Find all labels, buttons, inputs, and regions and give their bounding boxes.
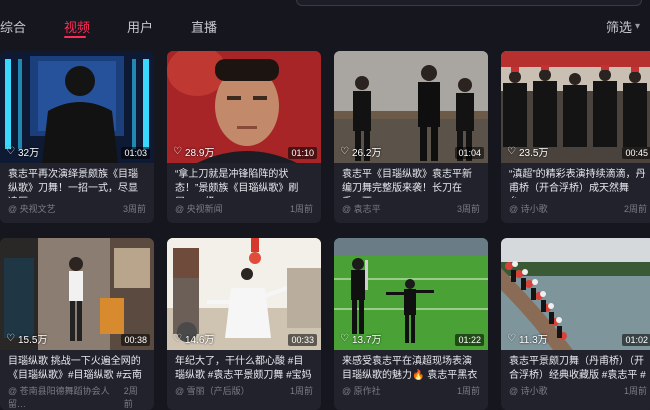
like-count: ♡ 15.5万 <box>6 331 47 346</box>
heart-icon: ♡ <box>173 146 182 157</box>
like-count-value: 13.7万 <box>351 335 382 346</box>
like-count-value: 32万 <box>17 148 40 159</box>
video-author[interactable]: @ 诗小歌 <box>509 202 548 215</box>
video-card[interactable]: ♡ 23.5万 00:45 “滇超”的精彩表演持续滴滴，丹甫桥（开合浮桥）成天然舞… <box>501 51 650 223</box>
video-description[interactable]: 年纪大了，干什么都心酸 #目瑙纵歌 #袁志平景颇刀舞 #宝妈 #抖… <box>167 350 321 380</box>
like-count: ♡ 23.5万 <box>507 144 548 159</box>
like-count-value: 23.5万 <box>518 148 549 159</box>
video-meta: @ 雪丽（产后版） 1周前 <box>167 380 321 397</box>
video-card[interactable]: ♡26.2万 01:04 袁志平《目瑙纵歌》袁志平新编刀舞完整版来袭！长刀在手，… <box>334 51 488 223</box>
heart-icon: ♡ <box>507 333 516 344</box>
like-count: ♡ 26.2万 <box>340 144 381 159</box>
heart-icon: ♡ <box>173 333 182 344</box>
video-time: 3周前 <box>456 204 480 214</box>
tab-live[interactable]: 直播 <box>191 17 217 36</box>
like-count: ♡ 32万 <box>6 144 39 159</box>
filter-label: 筛选 <box>605 20 632 35</box>
video-duration: 00:45 <box>622 147 650 159</box>
video-meta: @ 苍南县阳德舞蹈协会人留… 2周前 <box>0 380 154 410</box>
video-thumbnail[interactable]: ♡ 23.5万 00:45 <box>501 51 650 163</box>
video-thumbnail[interactable]: ♡ 15.5万 00:38 <box>0 238 154 350</box>
video-card[interactable]: ♡ 11.3万 01:02 袁志平景颇刀舞（丹甫桥）（开合浮桥）经典收藏版 #袁志… <box>501 238 650 410</box>
tab-all[interactable]: 综合 <box>0 17 26 36</box>
like-count: ♡ 14.6万 <box>173 331 214 346</box>
top-navigation: 综合 视频 用户 直播 筛选 ▾ <box>0 0 650 46</box>
video-description[interactable]: 来感受袁志平在滇超现场表演目瑙纵歌的魅力🔥 袁志平黑衣上阵… <box>334 350 488 380</box>
video-thumbnail[interactable]: ♡ 28.9万 01:10 <box>167 51 321 163</box>
video-time: 3周前 <box>122 204 146 214</box>
video-card[interactable]: ♡ 15.5万 00:38 目瑙纵歌 挑战一下火遍全网的《目瑙纵歌》#目瑙纵歌 #… <box>0 238 154 410</box>
tab-users[interactable]: 用户 <box>127 17 153 36</box>
search-box-edge[interactable] <box>296 0 642 6</box>
video-description[interactable]: 袁志平景颇刀舞（丹甫桥）（开合浮桥）经典收藏版 #袁志平 #景颇… <box>501 350 650 380</box>
video-time: 1周前 <box>289 386 313 396</box>
video-card[interactable]: ♡28.9万 01:10 “拿上刀就是冲锋陷阵的状态！”景颇族《目瑙纵歌》刷屏，… <box>167 51 321 223</box>
video-duration: 01:22 <box>455 334 484 346</box>
video-time: 1周前 <box>289 204 313 214</box>
filter-button[interactable]: 筛选 ▾ <box>606 17 640 36</box>
heart-icon: ♡ <box>340 333 349 344</box>
video-author[interactable]: @ 央视文艺 <box>8 202 56 215</box>
video-thumbnail[interactable]: ♡ 11.3万 01:02 <box>501 238 650 350</box>
video-duration: 00:33 <box>288 334 317 346</box>
video-meta: @ 原作社 1周前 <box>334 380 488 397</box>
video-duration: 01:02 <box>622 334 650 346</box>
like-count: ♡ 11.3万 <box>507 331 548 346</box>
video-duration: 01:10 <box>288 147 317 159</box>
like-count-value: 14.6万 <box>184 335 215 346</box>
heart-icon: ♡ <box>6 333 15 344</box>
video-time: 1周前 <box>623 386 647 396</box>
like-count: ♡ 13.7万 <box>340 331 381 346</box>
video-meta: @ 央视新闻 1周前 <box>167 198 321 215</box>
video-duration: 01:03 <box>121 147 150 159</box>
like-count-value: 15.5万 <box>17 335 48 346</box>
like-count-value: 26.2万 <box>351 148 382 159</box>
tab-video[interactable]: 视频 <box>64 17 90 36</box>
video-thumbnail[interactable]: ♡ 26.2万 01:04 <box>334 51 488 163</box>
video-author[interactable]: @ 诗小歌 <box>509 384 548 397</box>
video-card[interactable]: ♡ 14.6万 00:33 年纪大了，干什么都心酸 #目瑙纵歌 #袁志平景颇刀舞 … <box>167 238 321 410</box>
video-duration: 01:04 <box>455 147 484 159</box>
video-author[interactable]: @ 央视新闻 <box>175 202 223 215</box>
video-author[interactable]: @ 雪丽（产后版） <box>175 384 250 397</box>
like-count: ♡ 28.9万 <box>173 144 214 159</box>
video-author[interactable]: @ 原作社 <box>342 384 381 397</box>
video-meta: @ 央视文艺 3周前 <box>0 198 154 215</box>
chevron-down-icon: ▾ <box>634 21 640 32</box>
video-thumbnail[interactable]: ♡ 13.7万 01:22 <box>334 238 488 350</box>
heart-icon: ♡ <box>507 146 516 157</box>
video-meta: @ 诗小歌 2周前 <box>501 198 650 215</box>
video-description[interactable]: 袁志平《目瑙纵歌》袁志平新编刀舞完整版来袭！长刀在手，西… <box>334 163 488 198</box>
video-thumbnail[interactable]: ♡ 14.6万 00:33 <box>167 238 321 350</box>
video-time: 2周前 <box>123 386 138 409</box>
video-description[interactable]: 袁志平再次演绎景颇族《目瑙纵歌》刀舞！一招一式，尽显凌厉… <box>0 163 154 198</box>
video-description[interactable]: “拿上刀就是冲锋陷阵的状态！”景颇族《目瑙纵歌》刷屏，一级… <box>167 163 321 198</box>
video-author[interactable]: @ 苍南县阳德舞蹈协会人留… <box>8 384 124 410</box>
video-thumbnail[interactable]: ♡ 32万 01:03 <box>0 51 154 163</box>
video-meta: @ 诗小歌 1周前 <box>501 380 650 397</box>
video-duration: 00:38 <box>121 334 150 346</box>
video-description[interactable]: “滇超”的精彩表演持续滴滴，丹甫桥（开合浮桥）成天然舞台，… <box>501 163 650 198</box>
heart-icon: ♡ <box>340 146 349 157</box>
video-time: 2周前 <box>623 204 647 214</box>
video-meta: @ 袁志平 3周前 <box>334 198 488 215</box>
active-tab-indicator <box>64 36 86 38</box>
video-description[interactable]: 目瑙纵歌 挑战一下火遍全网的《目瑙纵歌》#目瑙纵歌 #云南 … <box>0 350 154 380</box>
video-card[interactable]: ♡32万 01:03 袁志平再次演绎景颇族《目瑙纵歌》刀舞！一招一式，尽显凌厉…… <box>0 51 154 223</box>
video-card[interactable]: ♡ 13.7万 01:22 来感受袁志平在滇超现场表演目瑙纵歌的魅力🔥 袁志平黑衣… <box>334 238 488 410</box>
video-author[interactable]: @ 袁志平 <box>342 202 381 215</box>
like-count-value: 28.9万 <box>184 148 215 159</box>
heart-icon: ♡ <box>6 146 15 157</box>
like-count-value: 11.3万 <box>518 335 548 346</box>
video-time: 1周前 <box>456 386 480 396</box>
